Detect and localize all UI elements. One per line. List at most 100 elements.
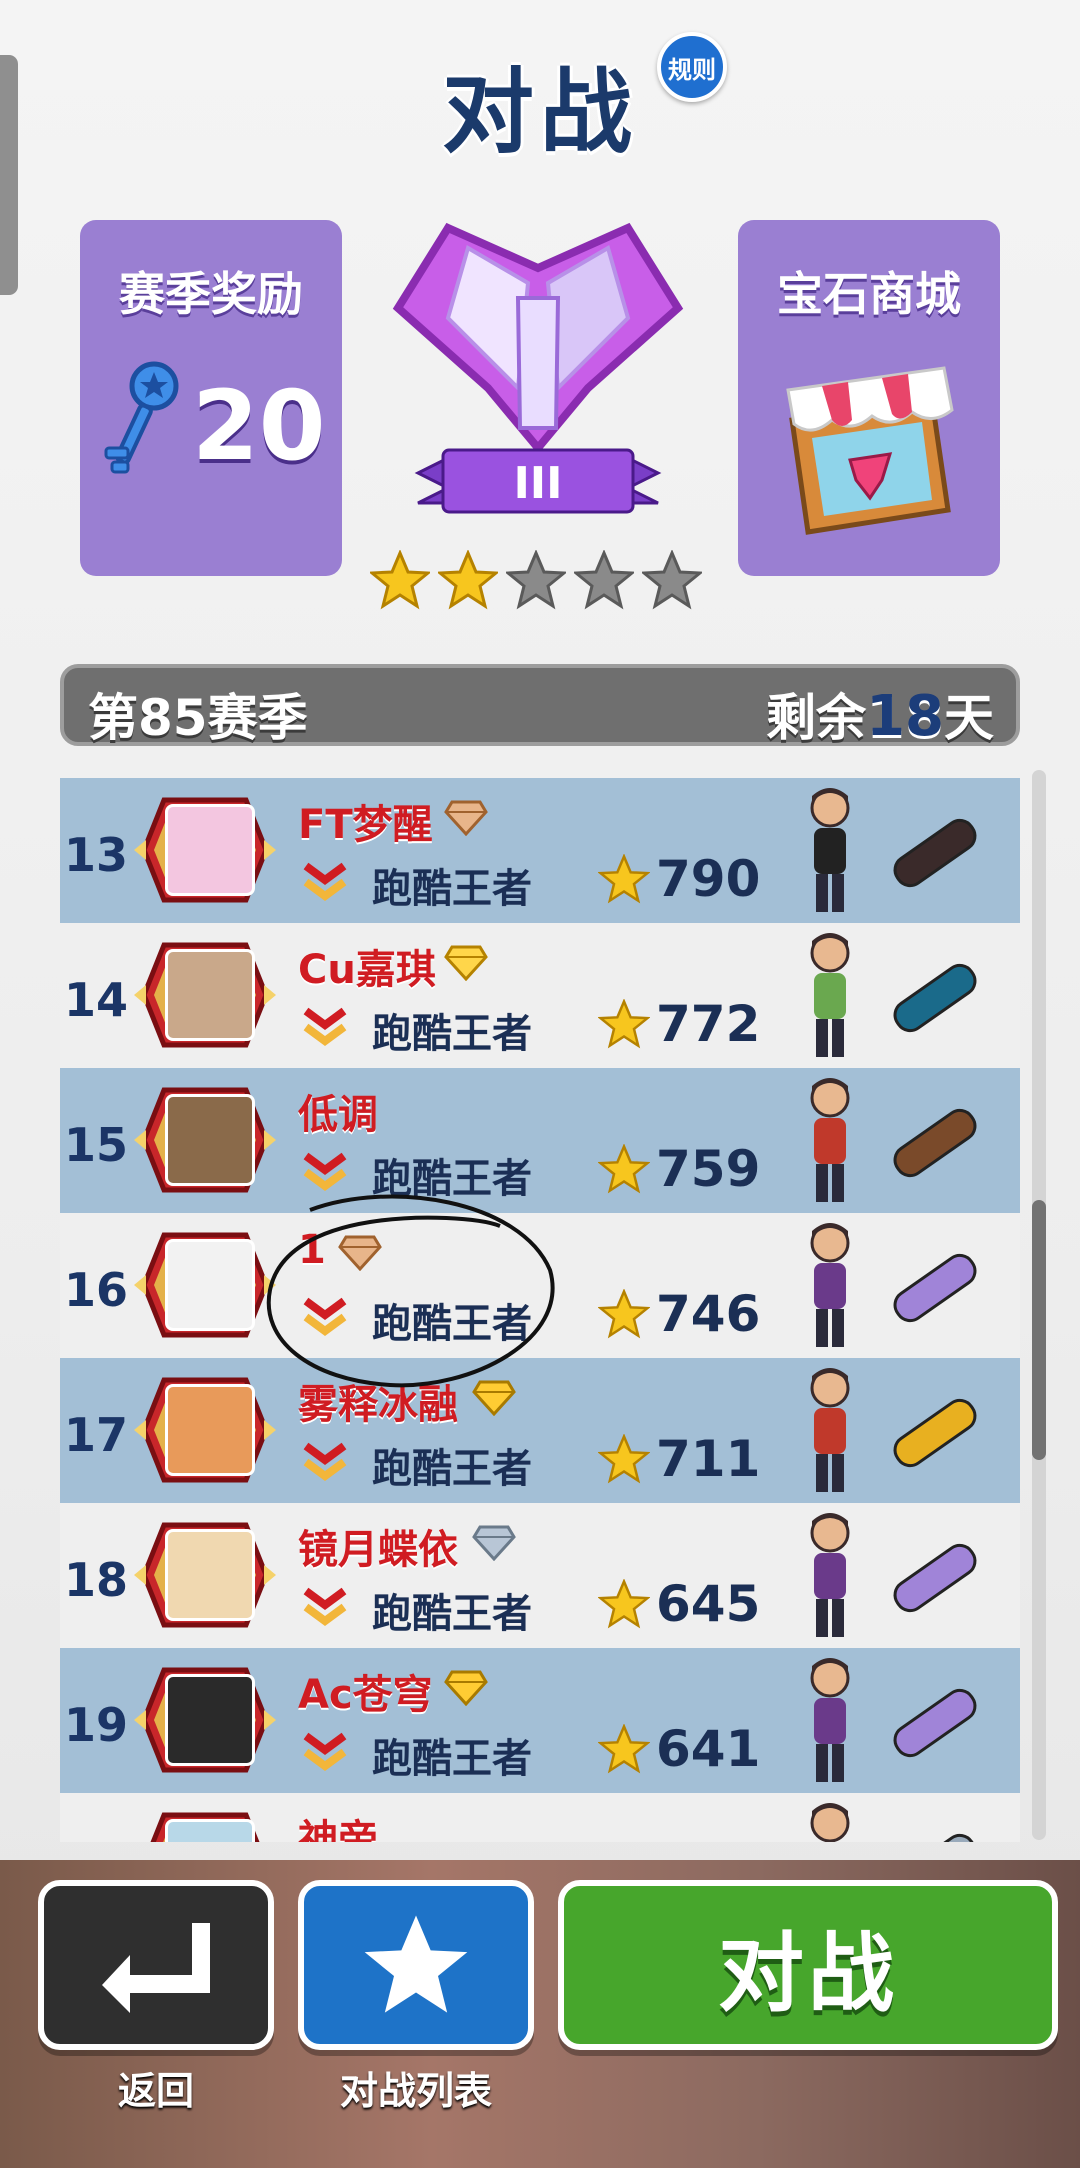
leaderboard-row[interactable]: 19 Ac苍穹 跑酷王者 641 [60, 1648, 1020, 1793]
amethyst-league-badge-icon: III [392, 222, 684, 514]
battle-button[interactable]: 对战 [558, 1880, 1058, 2050]
player-name: FT梦醒 [298, 802, 433, 848]
scrollbar-thumb[interactable] [1032, 1200, 1046, 1460]
rank-number: 17 [64, 1408, 129, 1462]
score-star-icon [598, 1144, 650, 1194]
leaderboard-row[interactable]: 18 镜月蝶依 跑酷王者 645 [60, 1503, 1020, 1648]
hoverboard-icon [893, 1833, 977, 1842]
page-title: 对战 [441, 59, 638, 166]
player-name: 镜月蝶依 [298, 1527, 458, 1573]
hoverboard-icon [893, 1688, 977, 1758]
rank-number: 15 [64, 1118, 129, 1172]
player-score: 641 [656, 1720, 761, 1778]
league-gem-icon [472, 1525, 516, 1561]
player-name: Cu嘉琪 [298, 947, 436, 993]
battle-list-button[interactable] [298, 1880, 534, 2050]
player-avatar[interactable] [165, 1674, 255, 1766]
character-icon [810, 1658, 850, 1782]
star-filled-icon [370, 550, 430, 610]
gem-shop-panel[interactable]: 宝石商城 [738, 220, 1000, 576]
league-gem-icon [444, 945, 488, 981]
leaderboard-scrollbar[interactable] [1032, 770, 1046, 1840]
league-tier-numeral: III [513, 458, 562, 509]
player-name: 神帝 [298, 1817, 378, 1842]
score-star-icon [598, 1434, 650, 1484]
player-title: 跑酷王者 [372, 1591, 532, 1637]
chevron-rank-icon [303, 1152, 347, 1191]
league-gem-icon [444, 800, 488, 836]
return-arrow-icon [102, 1923, 210, 2013]
rules-button[interactable]: 规则 [657, 32, 727, 102]
player-score: 746 [656, 1285, 761, 1343]
chevron-rank-icon [303, 862, 347, 901]
league-gem-icon [444, 1670, 488, 1706]
leaderboard-row[interactable]: 14 Cu嘉琪 跑酷王者 772 [60, 923, 1020, 1068]
battle-list-caption: 对战列表 [339, 2069, 492, 2113]
star-empty-icon [642, 550, 702, 610]
rank-number: 14 [64, 973, 129, 1027]
player-avatar[interactable] [165, 1819, 255, 1842]
key-icon [104, 361, 179, 474]
score-star-icon [598, 854, 650, 904]
hoverboard-icon [893, 1108, 977, 1178]
key-count: 20 [192, 370, 326, 482]
rank-number: 18 [64, 1553, 129, 1607]
score-star-icon [598, 999, 650, 1049]
gem-shop-icon [786, 366, 954, 535]
character-icon [810, 1078, 850, 1202]
player-score: 759 [656, 1140, 761, 1198]
player-avatar[interactable] [165, 1384, 255, 1476]
hoverboard-icon [893, 1253, 977, 1323]
season-bar: 第85赛季 剩余18天 [60, 664, 1020, 749]
leaderboard-row[interactable]: 神帝 [60, 1793, 1020, 1842]
bottom-bar: 对战 返回 对战列表 [0, 1860, 1080, 2168]
player-avatar[interactable] [165, 1094, 255, 1186]
season-label: 第85赛季 [88, 689, 308, 747]
score-star-icon [598, 1289, 650, 1339]
hoverboard-icon [893, 818, 977, 888]
chevron-rank-icon [303, 1732, 347, 1771]
player-score: 772 [656, 995, 761, 1053]
player-score: 711 [656, 1430, 761, 1488]
battle-button-label: 对战 [718, 1923, 898, 2024]
player-title: 跑酷王者 [372, 1011, 532, 1057]
chevron-rank-icon [303, 1442, 347, 1481]
player-title: 跑酷王者 [372, 1446, 532, 1492]
hoverboard-icon [893, 1543, 977, 1613]
season-rewards-title: 赛季奖励 [119, 267, 303, 321]
league-stars [370, 550, 702, 610]
star-icon [364, 1915, 468, 2013]
season-rewards-panel[interactable]: 赛季奖励 20 [80, 220, 342, 576]
character-icon [810, 1803, 850, 1842]
player-score: 790 [656, 850, 761, 908]
back-button[interactable] [38, 1880, 274, 2050]
rank-number: 13 [64, 828, 129, 882]
player-title: 跑酷王者 [372, 866, 532, 912]
player-avatar[interactable] [165, 804, 255, 896]
hoverboard-icon [893, 1398, 977, 1468]
score-star-icon [598, 1579, 650, 1629]
score-star-icon [598, 1724, 650, 1774]
season-remaining: 剩余18天 [766, 678, 994, 750]
player-avatar[interactable] [165, 1529, 255, 1621]
chevron-rank-icon [303, 1007, 347, 1046]
player-score: 645 [656, 1575, 761, 1633]
rank-number: 19 [64, 1698, 129, 1752]
remaining-suffix: 天 [944, 689, 994, 747]
leaderboard-row[interactable]: 13 FT梦醒 跑酷王者 790 [60, 778, 1020, 923]
player-avatar[interactable] [165, 1239, 255, 1331]
remaining-days: 18 [866, 684, 944, 749]
remaining-prefix: 剩余 [766, 689, 867, 747]
character-icon [810, 1513, 850, 1637]
character-icon [810, 933, 850, 1057]
character-icon [810, 788, 850, 912]
star-empty-icon [574, 550, 634, 610]
player-title: 跑酷王者 [372, 1736, 532, 1782]
back-caption: 返回 [117, 2069, 194, 2113]
player-name: 低调 [298, 1092, 378, 1138]
star-empty-icon [506, 550, 566, 610]
gem-shop-title: 宝石商城 [777, 267, 961, 321]
player-avatar[interactable] [165, 949, 255, 1041]
rank-number: 16 [64, 1263, 129, 1317]
character-icon [810, 1368, 850, 1492]
